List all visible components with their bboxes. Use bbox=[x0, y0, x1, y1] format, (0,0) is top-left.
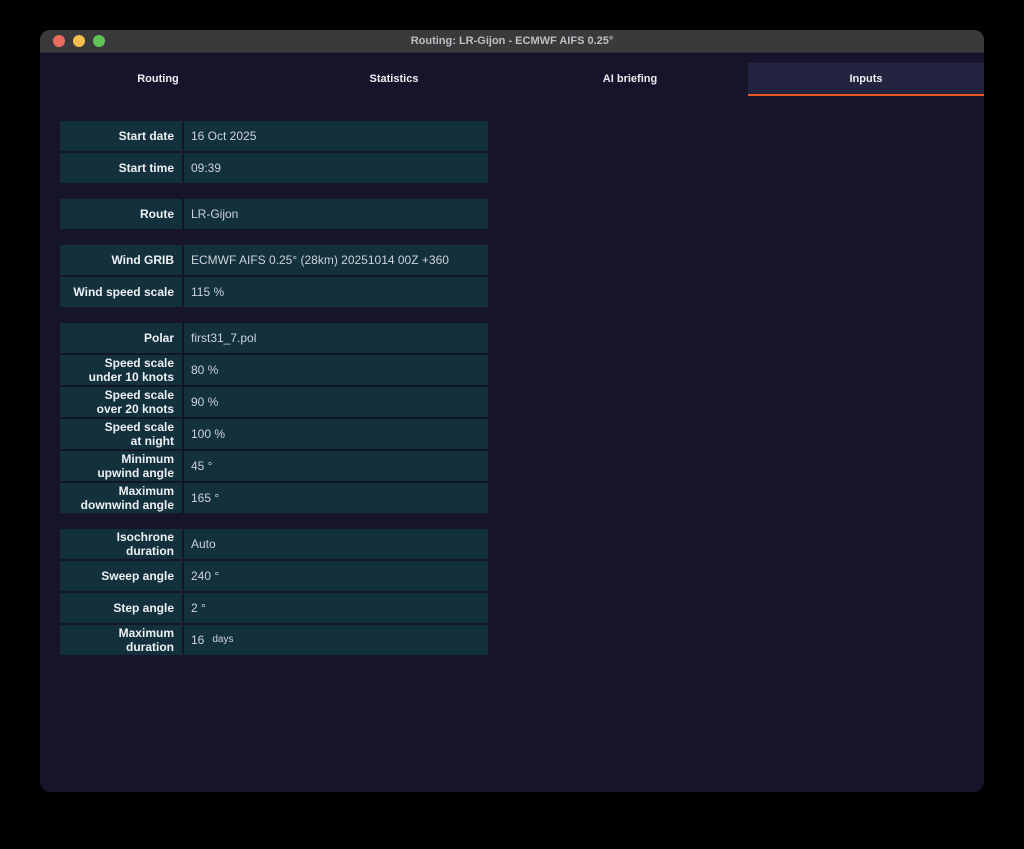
start-date-label: Start date bbox=[60, 121, 182, 151]
row-route: Route LR-Gijon bbox=[60, 199, 488, 229]
sweep-angle-label: Sweep angle bbox=[60, 561, 182, 591]
step-angle-label: Step angle bbox=[60, 593, 182, 623]
inputs-form: Start date 16 Oct 2025 Start time 09:39 … bbox=[60, 121, 488, 671]
row-sweep-angle: Sweep angle 240 ° bbox=[60, 561, 488, 591]
route-label: Route bbox=[60, 199, 182, 229]
isochrone-duration-value[interactable]: Auto bbox=[184, 529, 488, 559]
row-speed-scale-under-10: Speed scale under 10 knots 80 % bbox=[60, 355, 488, 385]
speed-scale-night-label: Speed scale at night bbox=[60, 419, 182, 449]
tab-statistics[interactable]: Statistics bbox=[276, 63, 512, 96]
section-wind: Wind GRIB ECMWF AIFS 0.25° (28km) 202510… bbox=[60, 245, 488, 307]
close-button[interactable] bbox=[53, 35, 65, 47]
row-speed-scale-over-20: Speed scale over 20 knots 90 % bbox=[60, 387, 488, 417]
row-step-angle: Step angle 2 ° bbox=[60, 593, 488, 623]
row-wind-speed-scale: Wind speed scale 115 % bbox=[60, 277, 488, 307]
maximum-duration-value[interactable]: 16 days bbox=[184, 625, 488, 655]
max-downwind-angle-label: Maximum downwind angle bbox=[60, 483, 182, 513]
row-max-downwind-angle: Maximum downwind angle 165 ° bbox=[60, 483, 488, 513]
speed-scale-under-10-value[interactable]: 80 % bbox=[184, 355, 488, 385]
wind-speed-scale-value[interactable]: 115 % bbox=[184, 277, 488, 307]
start-time-value[interactable]: 09:39 bbox=[184, 153, 488, 183]
traffic-lights bbox=[53, 35, 105, 47]
maximum-duration-label: Maximum duration bbox=[60, 625, 182, 655]
minimize-button[interactable] bbox=[73, 35, 85, 47]
tab-routing[interactable]: Routing bbox=[40, 63, 276, 96]
row-polar: Polar first31_7.pol bbox=[60, 323, 488, 353]
wind-speed-scale-label: Wind speed scale bbox=[60, 277, 182, 307]
row-start-date: Start date 16 Oct 2025 bbox=[60, 121, 488, 151]
speed-scale-under-10-label: Speed scale under 10 knots bbox=[60, 355, 182, 385]
sweep-angle-value[interactable]: 240 ° bbox=[184, 561, 488, 591]
section-start: Start date 16 Oct 2025 Start time 09:39 bbox=[60, 121, 488, 183]
wind-grib-label: Wind GRIB bbox=[60, 245, 182, 275]
max-downwind-angle-value[interactable]: 165 ° bbox=[184, 483, 488, 513]
speed-scale-night-value[interactable]: 100 % bbox=[184, 419, 488, 449]
row-start-time: Start time 09:39 bbox=[60, 153, 488, 183]
start-date-value[interactable]: 16 Oct 2025 bbox=[184, 121, 488, 151]
speed-scale-over-20-value[interactable]: 90 % bbox=[184, 387, 488, 417]
tab-inputs[interactable]: Inputs bbox=[748, 63, 984, 96]
row-maximum-duration: Maximum duration 16 days bbox=[60, 625, 488, 655]
route-value[interactable]: LR-Gijon bbox=[184, 199, 488, 229]
step-angle-value[interactable]: 2 ° bbox=[184, 593, 488, 623]
zoom-button[interactable] bbox=[93, 35, 105, 47]
speed-scale-over-20-label: Speed scale over 20 knots bbox=[60, 387, 182, 417]
row-wind-grib: Wind GRIB ECMWF AIFS 0.25° (28km) 202510… bbox=[60, 245, 488, 275]
start-time-label: Start time bbox=[60, 153, 182, 183]
isochrone-duration-label: Isochrone duration bbox=[60, 529, 182, 559]
maximum-duration-number: 16 bbox=[191, 633, 204, 647]
wind-grib-value[interactable]: ECMWF AIFS 0.25° (28km) 20251014 00Z +36… bbox=[184, 245, 488, 275]
maximum-duration-unit: days bbox=[212, 633, 233, 647]
row-speed-scale-night: Speed scale at night 100 % bbox=[60, 419, 488, 449]
section-polar: Polar first31_7.pol Speed scale under 10… bbox=[60, 323, 488, 513]
titlebar: Routing: LR-Gijon - ECMWF AIFS 0.25° bbox=[40, 30, 984, 53]
polar-value[interactable]: first31_7.pol bbox=[184, 323, 488, 353]
section-route: Route LR-Gijon bbox=[60, 199, 488, 229]
window-title: Routing: LR-Gijon - ECMWF AIFS 0.25° bbox=[411, 35, 614, 47]
min-upwind-angle-label: Minimum upwind angle bbox=[60, 451, 182, 481]
tab-bar: Routing Statistics AI briefing Inputs bbox=[40, 63, 984, 96]
min-upwind-angle-value[interactable]: 45 ° bbox=[184, 451, 488, 481]
app-window: Routing: LR-Gijon - ECMWF AIFS 0.25° Rou… bbox=[40, 30, 984, 792]
section-isochrone: Isochrone duration Auto Sweep angle 240 … bbox=[60, 529, 488, 655]
polar-label: Polar bbox=[60, 323, 182, 353]
tab-ai-briefing[interactable]: AI briefing bbox=[512, 63, 748, 96]
row-isochrone-duration: Isochrone duration Auto bbox=[60, 529, 488, 559]
row-min-upwind-angle: Minimum upwind angle 45 ° bbox=[60, 451, 488, 481]
